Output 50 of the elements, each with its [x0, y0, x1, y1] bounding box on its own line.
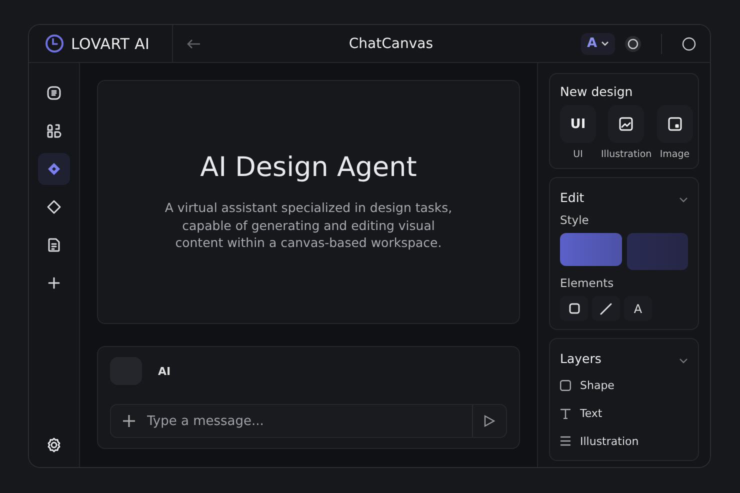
clock-logo-icon [45, 34, 64, 53]
hero-description: A virtual assistant specialized in design tasks, capable of generating and editing visual content within a canvas-based workspace. [164, 199, 452, 252]
circle-icon[interactable] [682, 36, 696, 50]
sidebar-item[interactable] [38, 153, 70, 185]
app-name: LOVART AI [71, 34, 150, 52]
send-icon [484, 415, 495, 427]
plus-icon[interactable] [123, 415, 135, 427]
text-icon [560, 408, 571, 418]
square-icon [560, 380, 571, 390]
chart-icon [619, 117, 634, 131]
line-icon [600, 302, 612, 314]
layer-item[interactable]: Shape [580, 378, 614, 392]
diamond-icon [46, 199, 62, 215]
text-tool[interactable]: A [624, 296, 652, 321]
diamond-icon [47, 162, 61, 176]
chevron-icon[interactable] [679, 197, 688, 203]
document-icon [46, 85, 62, 101]
chevron-icon[interactable] [679, 358, 688, 364]
layer-item[interactable]: Text [580, 406, 602, 420]
card-title: New design [560, 84, 634, 99]
window-title: ChatCanvas [348, 36, 434, 52]
line-tool[interactable] [592, 296, 620, 321]
settings-icon[interactable] [46, 437, 62, 453]
style-swatch[interactable] [560, 233, 622, 266]
message-field[interactable]: Type a message... [110, 404, 507, 438]
rectangle-tool[interactable] [560, 296, 588, 321]
elements-label: Elements [560, 276, 615, 290]
hero-title: AI Design Agent [200, 152, 417, 184]
card-title: Layers [560, 351, 602, 366]
caret-icon [601, 41, 609, 46]
image-icon [668, 117, 682, 131]
file-icon [46, 237, 62, 253]
list-icon [560, 436, 571, 446]
plus-icon [48, 277, 60, 289]
tile-label: Image [660, 149, 690, 160]
tile-label: UI [573, 149, 583, 160]
ui-button[interactable]: UI [560, 105, 596, 143]
layer-item[interactable]: Illustration [580, 434, 639, 448]
illustration-button[interactable] [608, 105, 644, 143]
account-menu[interactable]: A [580, 32, 615, 54]
card-title: Edit [560, 190, 584, 205]
record-icon[interactable] [625, 36, 641, 52]
tile-label: Illustration [601, 149, 652, 160]
square-icon [568, 303, 580, 314]
style-swatch[interactable] [627, 233, 688, 270]
image-button[interactable] [656, 105, 693, 143]
style-label: Style [560, 213, 590, 227]
sender-name: AI [158, 364, 171, 378]
shapes-icon [46, 123, 62, 139]
back-arrow-icon[interactable] [187, 38, 201, 48]
